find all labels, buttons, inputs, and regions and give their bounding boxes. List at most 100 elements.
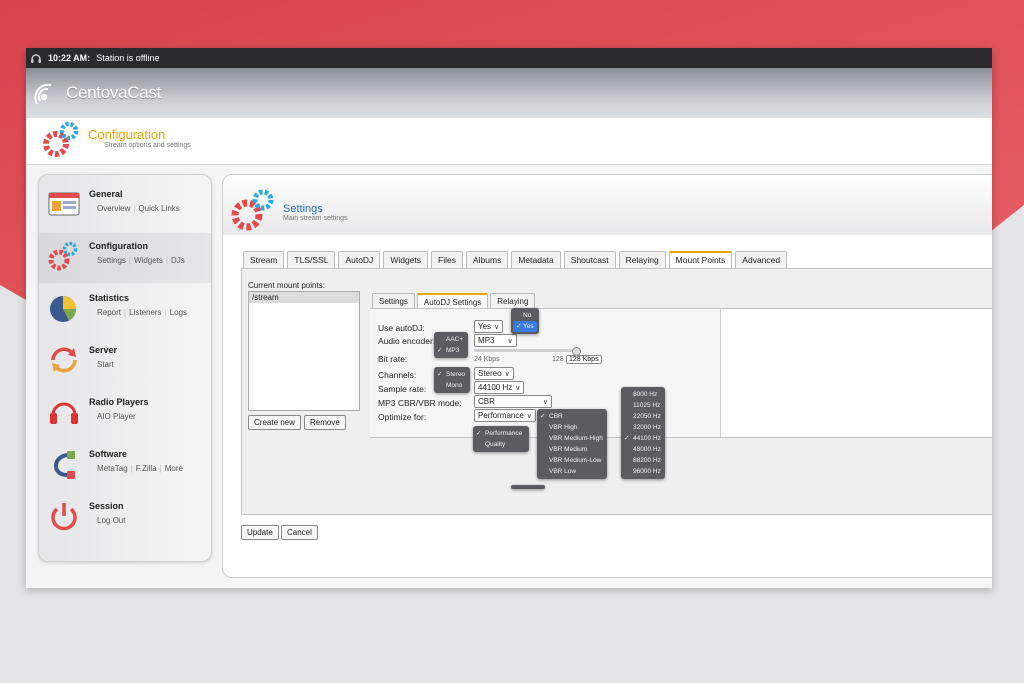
panel-subtitle: Main stream settings xyxy=(283,215,348,222)
tab-relaying[interactable]: Relaying xyxy=(618,251,666,268)
checkmark-icon: ✓ xyxy=(624,435,630,442)
sidebar-item-server[interactable]: Server Start xyxy=(39,337,211,387)
sidebar-link-metatag[interactable]: MetaTag xyxy=(97,464,128,473)
link-separator: | xyxy=(164,308,167,317)
cable-plug-icon xyxy=(54,451,75,479)
chevron-down-icon: ∨ xyxy=(494,323,500,331)
mount-points-list[interactable]: /stream xyxy=(248,291,360,411)
tab-metadata[interactable]: Metadata xyxy=(511,251,561,268)
sidebar-link-widgets[interactable]: Widgets xyxy=(134,256,163,265)
use-autodj-value: Yes xyxy=(478,322,492,331)
menu-item-mono[interactable]: Mono xyxy=(434,380,470,391)
refresh-arrows-icon xyxy=(51,347,77,373)
menu-item-stereo[interactable]: ✓ Stereo xyxy=(434,369,470,380)
headphones-icon xyxy=(50,402,78,424)
tab-widgets[interactable]: Widgets xyxy=(383,251,429,268)
menu-item-88200[interactable]: 88200 Hz xyxy=(621,455,665,466)
tab-tls-ssl[interactable]: TLS/SSL xyxy=(287,251,336,268)
cbr-vbr-select[interactable]: CBR ∨ xyxy=(474,395,552,408)
audio-encoder-label: Audio encoder: xyxy=(378,336,436,346)
chevron-down-icon: ∨ xyxy=(526,412,532,420)
optimize-for-select[interactable]: Performance ∨ xyxy=(474,409,536,422)
menu-item-mp3[interactable]: ✓ MP3 xyxy=(434,345,468,356)
general-window-icon xyxy=(48,192,80,216)
update-button[interactable]: Update xyxy=(241,525,279,540)
menu-item-cbr[interactable]: ✓ CBR xyxy=(537,411,607,422)
headphones-icon xyxy=(31,54,41,63)
menu-item-performance[interactable]: ✓ Performance xyxy=(473,428,529,439)
use-autodj-select[interactable]: Yes ∨ xyxy=(474,320,504,333)
menu-item-vbr-medium-low[interactable]: VBR Medium-Low xyxy=(537,455,607,466)
sidebar-item-general[interactable]: General Overview | Quick Links xyxy=(39,181,211,231)
menu-item-no[interactable]: No xyxy=(511,310,539,321)
sidebar-link-log-out[interactable]: Log Out xyxy=(97,516,125,525)
bit-rate-mid-label: 128 xyxy=(552,356,564,363)
menu-item-48000[interactable]: 48000 Hz xyxy=(621,444,665,455)
menu-item-vbr-medium-high[interactable]: VBR Medium-High xyxy=(537,433,607,444)
tab-autodj[interactable]: AutoDJ xyxy=(338,251,381,268)
audio-encoder-value: MP3 xyxy=(478,336,495,345)
panel-title: Settings xyxy=(283,203,323,215)
brand-name: CentovaCast xyxy=(66,83,161,102)
pie-chart-icon xyxy=(50,296,76,322)
sidebar-item-session[interactable]: Session Log Out xyxy=(39,493,211,543)
menu-item-aac[interactable]: AAC+ xyxy=(434,334,468,345)
menu-item-vbr-high[interactable]: VBR High xyxy=(537,422,607,433)
sidebar-link-report[interactable]: Report xyxy=(97,308,121,317)
menu-item-8000[interactable]: 8000 Hz xyxy=(621,389,665,400)
sidebar-link-listeners[interactable]: Listeners xyxy=(129,308,161,317)
sidebar-link-settings[interactable]: Settings xyxy=(97,256,126,265)
sidebar-link-quick-links[interactable]: Quick Links xyxy=(138,204,179,213)
use-autodj-dropdown-menu xyxy=(511,485,545,489)
menu-item-vbr-low[interactable]: VBR Low xyxy=(537,466,607,477)
create-new-button[interactable]: Create new xyxy=(248,415,301,430)
tab-albums[interactable]: Albums xyxy=(465,251,509,268)
menu-item-label: Stereo xyxy=(446,371,466,378)
sidebar-item-radio-players[interactable]: Radio Players AIO Player xyxy=(39,389,211,439)
menu-item-quality[interactable]: Quality xyxy=(473,439,529,450)
sidebar-link-djs[interactable]: DJs xyxy=(171,256,185,265)
sidebar-item-configuration[interactable]: Configuration Settings | Widgets | DJs xyxy=(39,233,211,283)
sidebar-item-software[interactable]: Software MetaTag | F.Zilla | More xyxy=(39,441,211,491)
sidebar-item-statistics[interactable]: Statistics Report | Listeners | Logs xyxy=(39,285,211,335)
sidebar-link-overview[interactable]: Overview xyxy=(97,204,130,213)
menu-item-yes[interactable]: ✓ Yes xyxy=(513,321,537,332)
tab-stream[interactable]: Stream xyxy=(243,251,285,268)
status-bar: 10:22 AM: Station is offline xyxy=(26,48,992,68)
sidebar-link-logs[interactable]: Logs xyxy=(170,308,187,317)
settings-panel: Settings Main stream settings Stream TLS… xyxy=(222,174,992,578)
sidebar-link-start[interactable]: Start xyxy=(97,360,114,369)
remove-button[interactable]: Remove xyxy=(304,415,346,430)
sidebar-link-more[interactable]: More xyxy=(165,464,183,473)
menu-item-32000[interactable]: 32000 Hz xyxy=(621,422,665,433)
menu-item-96000[interactable]: 96000 Hz xyxy=(621,466,665,477)
tab-shoutcast[interactable]: Shoutcast xyxy=(563,251,616,268)
tab-advanced[interactable]: Advanced xyxy=(735,251,788,268)
cancel-button[interactable]: Cancel xyxy=(281,525,318,540)
link-separator: | xyxy=(128,256,131,265)
bit-rate-min-label: 24 Kbps xyxy=(474,356,500,363)
sample-rate-select[interactable]: 44100 Hz ∨ xyxy=(474,381,525,394)
menu-item-44100[interactable]: ✓ 44100 Hz xyxy=(621,433,665,444)
menu-item-22050[interactable]: 22050 Hz xyxy=(621,411,665,422)
sidebar-link-fzilla[interactable]: F.Zilla xyxy=(136,464,157,473)
audio-encoder-select[interactable]: MP3 ∨ xyxy=(474,334,517,347)
config-gears-icon xyxy=(43,121,79,157)
menu-item-vbr-medium[interactable]: VBR Medium xyxy=(537,444,607,455)
link-separator: | xyxy=(159,464,162,473)
channels-select[interactable]: Stereo ∨ xyxy=(474,367,514,380)
checkmark-icon: ✓ xyxy=(437,347,443,354)
bit-rate-slider[interactable] xyxy=(474,349,580,352)
menu-item-11025[interactable]: 11025 Hz xyxy=(621,400,665,411)
page-title: Configuration xyxy=(88,127,166,142)
list-item[interactable]: /stream xyxy=(249,292,359,303)
tab-mount-points[interactable]: Mount Points xyxy=(668,251,733,268)
mount-points-tab-content: Current mount points: /stream Create new… xyxy=(241,268,992,515)
sidebar-item-label: Server xyxy=(89,345,118,355)
sidebar-link-aio-player[interactable]: AIO Player xyxy=(97,412,136,421)
sidebar-item-label: General xyxy=(89,189,123,199)
cbr-vbr-label: MP3 CBR/VBR mode: xyxy=(378,398,462,408)
status-text: Station is offline xyxy=(96,53,160,63)
tab-files[interactable]: Files xyxy=(431,251,463,268)
sample-rate-menu: 8000 Hz 11025 Hz 22050 Hz 32000 Hz ✓ 4410… xyxy=(621,387,665,479)
